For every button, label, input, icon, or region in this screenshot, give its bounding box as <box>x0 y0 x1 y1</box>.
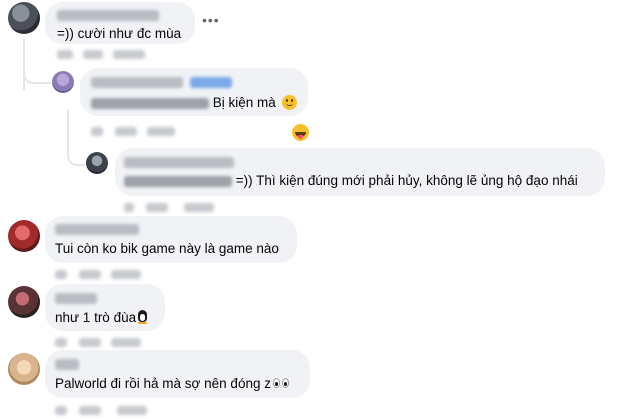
comment-actions[interactable] <box>55 338 155 350</box>
penguin-emoji <box>137 310 148 324</box>
comment-actions[interactable] <box>55 406 155 418</box>
comment-actions[interactable] <box>124 203 224 215</box>
author-badge <box>190 77 232 88</box>
comment-text: như 1 trò đùa <box>55 309 148 327</box>
blurred-mention <box>91 97 209 109</box>
comment-text: Bị kiện mà <box>91 94 297 112</box>
comment-text: Tui còn ko bik game này là game nào <box>55 241 279 256</box>
comment-author[interactable] <box>91 77 183 88</box>
eyes-emoji <box>272 377 290 389</box>
comment-text: =)) cười như đc mùa <box>57 26 182 41</box>
more-options-button[interactable]: ••• <box>202 13 219 27</box>
blurred-mention <box>124 175 232 187</box>
comment-author[interactable] <box>124 157 234 168</box>
comment-author[interactable] <box>57 10 159 21</box>
comment-actions[interactable] <box>57 50 157 62</box>
comment-text: =)) Thì kiện đúng mới phải hủy, không lẽ… <box>124 172 578 190</box>
smiling-face-emoji <box>281 95 297 110</box>
avatar[interactable] <box>8 220 40 252</box>
avatar[interactable] <box>86 152 108 174</box>
avatar[interactable] <box>52 71 74 93</box>
comment-actions[interactable] <box>55 270 155 282</box>
comment-author[interactable] <box>55 224 139 235</box>
comment-text: Palworld đi rồi hả mà sợ nên đóng z <box>55 375 290 393</box>
avatar[interactable] <box>8 286 40 318</box>
thread-connector <box>23 60 51 84</box>
avatar[interactable] <box>8 2 40 34</box>
thread-connector <box>67 110 85 166</box>
comment-author[interactable] <box>55 293 97 304</box>
avatar[interactable] <box>8 353 40 385</box>
comment-actions[interactable] <box>91 127 191 139</box>
tongue-out-emoji[interactable] <box>292 124 309 141</box>
comment-author[interactable] <box>55 359 79 370</box>
